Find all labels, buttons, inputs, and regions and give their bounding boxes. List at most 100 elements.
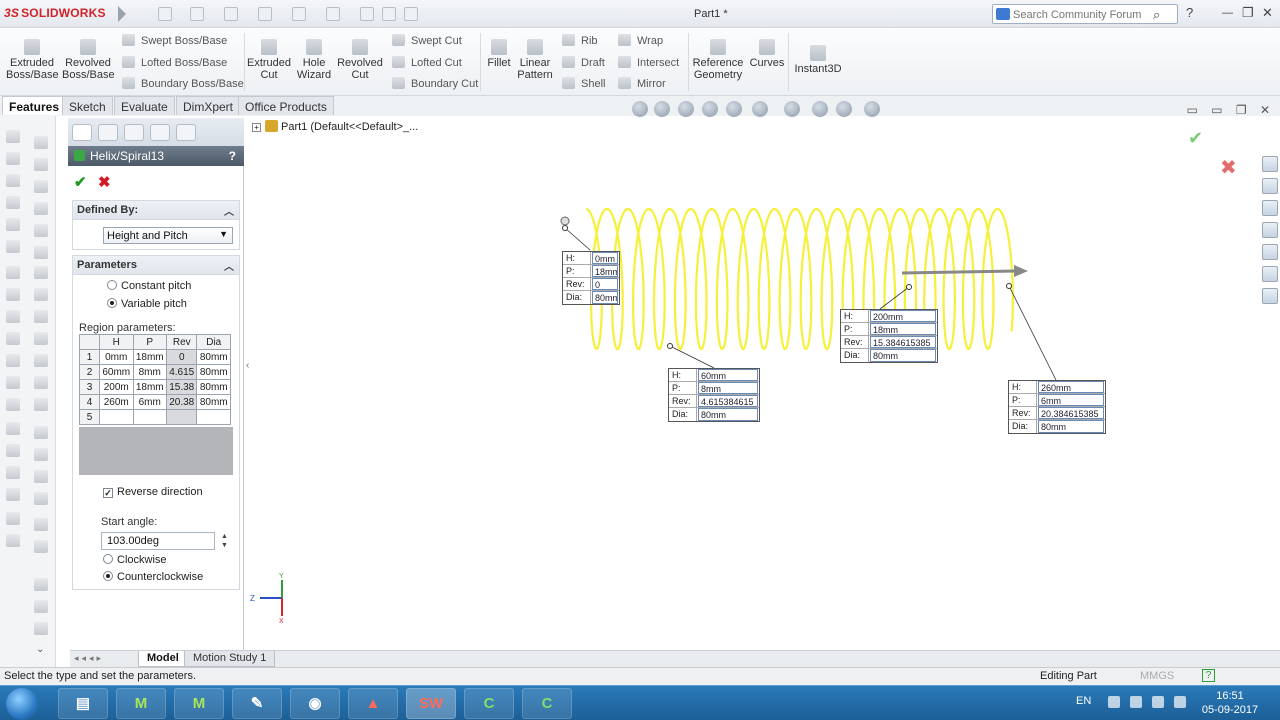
reference-geometry-button[interactable]: Reference Geometry <box>692 39 744 81</box>
view-palette-icon[interactable] <box>1262 244 1278 260</box>
variable-pitch-radio[interactable]: Variable pitch <box>107 298 187 310</box>
display-style-icon[interactable] <box>752 101 768 117</box>
action-center-icon[interactable] <box>1130 696 1142 708</box>
close-icon[interactable]: ✕ <box>1262 5 1273 21</box>
helix-curve[interactable] <box>585 207 1015 351</box>
mcad-app-2-taskbar-icon[interactable]: M <box>174 688 224 719</box>
view-orientation-icon[interactable] <box>726 101 742 117</box>
tool-icon[interactable] <box>6 354 20 367</box>
view-settings-icon[interactable] <box>864 101 880 117</box>
fillet-button[interactable]: Fillet <box>484 39 514 69</box>
open-document-icon[interactable] <box>190 7 204 21</box>
region-callout-1[interactable]: H: 0mm P: 18mm Rev: 0 Dia: 80mm <box>562 251 620 305</box>
tool-icon[interactable] <box>34 398 48 411</box>
minimize-icon[interactable]: — <box>1222 7 1233 19</box>
table-cell[interactable]: 200m <box>99 379 134 395</box>
collapse-icon[interactable]: ︿ <box>224 203 234 218</box>
file-explorer-taskbar-icon[interactable]: ▤ <box>58 688 108 719</box>
panel-splitter-handle[interactable]: ‹ <box>246 360 254 386</box>
tool-icon[interactable] <box>6 288 20 301</box>
clock[interactable]: 16:51 05-09-2017 <box>1200 689 1260 717</box>
revolved-cut-button[interactable]: Revolved Cut <box>336 39 384 81</box>
instant3d-button[interactable]: Instant3D <box>792 45 844 75</box>
spin-up-icon[interactable]: ▲ <box>221 532 228 541</box>
dimxpert-manager-tab-icon[interactable] <box>150 124 170 141</box>
tool-icon[interactable] <box>6 332 20 345</box>
table-cell[interactable]: 0mm <box>99 349 134 365</box>
region-callout-3[interactable]: H: 200mm P: 18mm Rev: 15.384615385 Dia: 80mm <box>840 309 938 363</box>
tab-model[interactable]: Model <box>138 651 188 667</box>
battery-icon[interactable] <box>1152 696 1164 708</box>
tool-icon[interactable] <box>6 376 20 389</box>
tool-icon[interactable] <box>6 130 20 143</box>
print-icon[interactable] <box>258 7 272 21</box>
save-icon[interactable] <box>224 7 238 21</box>
linear-pattern-button[interactable]: Linear Pattern <box>516 39 554 81</box>
boundary-boss-button[interactable]: Boundary Boss/Base <box>122 77 244 90</box>
apply-scene-icon[interactable] <box>836 101 852 117</box>
help-icon[interactable]: ? <box>229 149 236 163</box>
swept-boss-button[interactable]: Swept Boss/Base <box>122 34 227 47</box>
table-cell[interactable] <box>196 409 231 425</box>
table-cell[interactable]: 8mm <box>132 364 167 380</box>
tool-icon[interactable] <box>34 224 48 237</box>
previous-view-icon[interactable] <box>678 101 694 117</box>
region-point-handle[interactable] <box>906 284 912 290</box>
file-explorer-icon[interactable] <box>1262 222 1278 238</box>
section-view-icon[interactable] <box>702 101 718 117</box>
tab-evaluate[interactable]: Evaluate <box>114 96 175 115</box>
table-cell[interactable]: 18mm <box>132 349 167 365</box>
draft-button[interactable]: Draft <box>562 56 605 69</box>
tab-scroll-arrows-icon[interactable]: ◂◂◂▸ <box>74 653 104 664</box>
tool-icon[interactable] <box>6 240 20 253</box>
tool-icon[interactable] <box>34 158 48 171</box>
extruded-cut-button[interactable]: Extruded Cut <box>246 39 292 81</box>
undo-icon[interactable] <box>292 7 306 21</box>
revolved-boss-button[interactable]: Revolved Boss/Base <box>62 39 115 81</box>
table-cell[interactable]: 60mm <box>99 364 134 380</box>
confirm-corner-ok-icon[interactable]: ✔ <box>1188 128 1203 149</box>
region-point-handle[interactable] <box>667 343 673 349</box>
tool-icon[interactable] <box>6 422 20 435</box>
appearances-icon[interactable] <box>1262 266 1278 282</box>
tool-icon[interactable] <box>34 266 48 279</box>
hide-show-items-icon[interactable] <box>784 101 800 117</box>
tab-features[interactable]: Features <box>2 96 67 115</box>
tool-icon[interactable] <box>6 266 20 279</box>
clockwise-radio[interactable]: Clockwise <box>103 554 167 566</box>
reverse-direction-checkbox[interactable]: ✓ Reverse direction <box>103 486 203 498</box>
tool-icon[interactable] <box>34 136 48 149</box>
tile-icon[interactable]: ▭ <box>1186 103 1197 117</box>
document-restore-icon[interactable]: ❐ <box>1236 103 1247 117</box>
table-cell[interactable] <box>132 409 167 425</box>
feature-manager-tab-icon[interactable] <box>72 124 92 141</box>
tool-icon[interactable] <box>6 534 20 547</box>
search-icon[interactable]: ⌕ <box>1153 7 1160 23</box>
boundary-cut-button[interactable]: Boundary Cut <box>392 77 478 90</box>
tool-icon[interactable] <box>6 444 20 457</box>
constant-pitch-radio[interactable]: Constant pitch <box>107 280 191 292</box>
tool-icon[interactable] <box>6 488 20 501</box>
tool-icon[interactable] <box>6 196 20 209</box>
zoom-to-area-icon[interactable] <box>654 101 670 117</box>
table-cell[interactable]: 80mm <box>196 394 231 410</box>
tab-sketch[interactable]: Sketch <box>62 96 113 115</box>
tool-icon[interactable] <box>34 578 48 591</box>
chrome-taskbar-icon[interactable]: ◉ <box>290 688 340 719</box>
design-library-icon[interactable] <box>1262 200 1278 216</box>
tool-icon[interactable] <box>34 600 48 613</box>
direction-arrow-head[interactable] <box>1014 265 1028 277</box>
tool-icon[interactable] <box>34 332 48 345</box>
tool-icon[interactable] <box>34 202 48 215</box>
parameters-header[interactable]: Parameters ︿ <box>73 256 239 275</box>
volume-icon[interactable] <box>1174 696 1186 708</box>
shell-button[interactable]: Shell <box>562 77 605 90</box>
tool-icon[interactable] <box>6 398 20 411</box>
tool-icon[interactable] <box>34 376 48 389</box>
intersect-button[interactable]: Intersect <box>618 56 679 69</box>
tab-office-products[interactable]: Office Products <box>238 96 334 115</box>
rib-button[interactable]: Rib <box>562 34 598 47</box>
region-parameters-table[interactable]: H P Rev Dia 1 0mm 18mm 0 80mm 2 60mm 8mm… <box>79 334 231 425</box>
graphics-area[interactable] <box>247 116 1280 666</box>
search-input[interactable] <box>1013 7 1153 22</box>
